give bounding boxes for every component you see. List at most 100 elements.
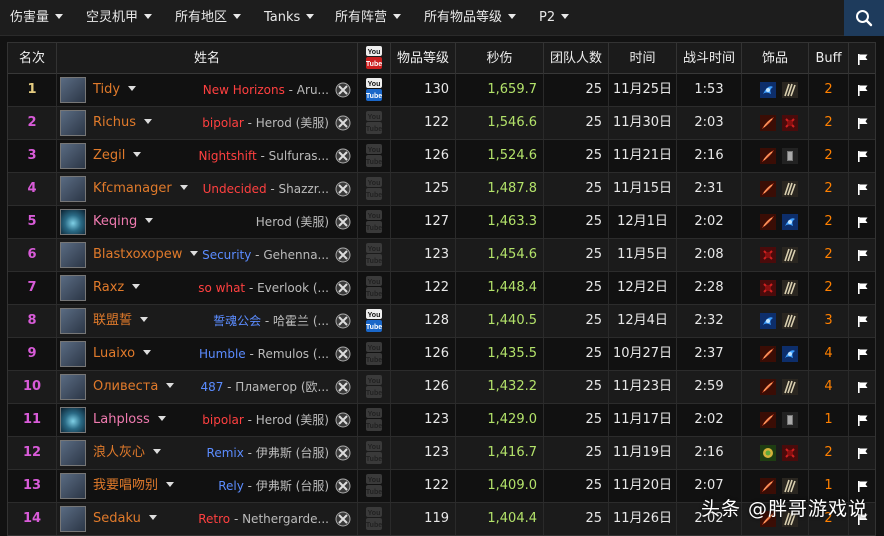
date-cell[interactable]: 11月26日 xyxy=(609,503,677,535)
fire-feather-icon[interactable] xyxy=(760,214,776,230)
red-rune-icon[interactable] xyxy=(782,115,798,131)
flag-icon[interactable] xyxy=(857,282,869,294)
guild-name[interactable]: Retro xyxy=(198,512,230,526)
guild-name[interactable]: Remix xyxy=(207,446,244,460)
fire-feather-icon[interactable] xyxy=(760,379,776,395)
date-cell[interactable]: 11月30日 xyxy=(609,107,677,139)
claw-icon[interactable] xyxy=(782,313,798,329)
chevron-down-icon[interactable] xyxy=(140,317,149,322)
table-row[interactable]: 4 Kfcmanager Undecided - Shazzr... You Tube 1… xyxy=(8,173,875,206)
chevron-down-icon[interactable] xyxy=(166,482,175,487)
date-cell[interactable]: 11月17日 xyxy=(609,404,677,436)
guild-server[interactable]: Nightshift - Sulfuras... xyxy=(199,140,329,172)
blue-swirl-icon[interactable] xyxy=(782,214,798,230)
flag-icon[interactable] xyxy=(857,216,869,228)
header-buff[interactable]: Buff xyxy=(809,43,849,74)
youtube-icon[interactable]: You Tube xyxy=(366,309,382,333)
header-dps[interactable]: 秒伤 xyxy=(456,43,544,74)
armory-icon[interactable] xyxy=(335,412,351,428)
fire-feather-icon[interactable] xyxy=(760,412,776,428)
date-cell[interactable]: 11月20日 xyxy=(609,470,677,502)
player-name-link[interactable]: Richus xyxy=(93,107,153,139)
chevron-down-icon[interactable] xyxy=(190,251,199,256)
header-date[interactable]: 时间 xyxy=(609,43,677,74)
claw-icon[interactable] xyxy=(782,280,798,296)
guild-name[interactable]: Undecided xyxy=(203,182,267,196)
player-name-link[interactable]: Tidy xyxy=(93,74,137,106)
date-cell[interactable]: 11月19日 xyxy=(609,437,677,469)
header-duration[interactable]: 战斗时间 xyxy=(677,43,742,74)
table-row[interactable]: 7 Raxz so what - Everlook (... You Tube 122 1,… xyxy=(8,272,875,305)
guild-server[interactable]: 誓魂公会 - 哈霍兰 (... xyxy=(213,305,329,337)
table-row[interactable]: 12 浪人灰心 Remix - 伊弗斯 (台服) You Tube 123 1,416.7 2… xyxy=(8,437,875,470)
chevron-down-icon[interactable] xyxy=(132,284,141,289)
flag-icon[interactable] xyxy=(857,117,869,129)
video-cell[interactable]: You Tube xyxy=(358,305,391,337)
armory-icon[interactable] xyxy=(335,82,351,98)
table-row[interactable]: 3 Zegil Nightshift - Sulfuras... You Tube 126… xyxy=(8,140,875,173)
date-cell[interactable]: 11月23日 xyxy=(609,371,677,403)
armory-icon[interactable] xyxy=(335,148,351,164)
chevron-down-icon[interactable] xyxy=(179,185,188,190)
armory-icon[interactable] xyxy=(335,181,351,197)
player-name-link[interactable]: Оливеста xyxy=(93,371,175,403)
guild-server[interactable]: Rely - 伊弗斯 (台服) xyxy=(218,470,329,502)
armory-icon[interactable] xyxy=(335,280,351,296)
report-cell[interactable] xyxy=(849,272,875,304)
guild-name[interactable]: 誓魂公会 xyxy=(213,314,261,328)
report-cell[interactable] xyxy=(849,437,875,469)
fire-feather-icon[interactable] xyxy=(760,115,776,131)
chevron-down-icon[interactable] xyxy=(145,218,154,223)
guild-server[interactable]: Remix - 伊弗斯 (台服) xyxy=(207,437,329,469)
armory-icon[interactable] xyxy=(335,511,351,527)
header-raid-size[interactable]: 团队人数 xyxy=(544,43,609,74)
red-rune-icon[interactable] xyxy=(760,247,776,263)
report-cell[interactable] xyxy=(849,371,875,403)
flag-icon[interactable] xyxy=(857,84,869,96)
guild-name[interactable]: Rely xyxy=(218,479,244,493)
armory-icon[interactable] xyxy=(335,379,351,395)
date-cell[interactable]: 11月21日 xyxy=(609,140,677,172)
report-cell[interactable] xyxy=(849,404,875,436)
player-name-link[interactable]: Kfcmanager xyxy=(93,173,188,205)
date-cell[interactable]: 11月25日 xyxy=(609,74,677,106)
armory-icon[interactable] xyxy=(335,247,351,263)
report-cell[interactable] xyxy=(849,140,875,172)
table-row[interactable]: 9 Luaixo Humble - Remulos (... You Tube 126 1,… xyxy=(8,338,875,371)
player-name-link[interactable]: Blastxoxopew xyxy=(93,239,199,271)
armory-icon[interactable] xyxy=(335,115,351,131)
claw-icon[interactable] xyxy=(782,478,798,494)
date-cell[interactable]: 11月5日 xyxy=(609,239,677,271)
report-cell[interactable] xyxy=(849,107,875,139)
flag-icon[interactable] xyxy=(857,348,869,360)
flag-icon[interactable] xyxy=(857,315,869,327)
header-rank[interactable]: 名次 xyxy=(8,43,57,74)
guild-name[interactable]: Nightshift xyxy=(199,149,257,163)
chevron-down-icon[interactable] xyxy=(157,416,166,421)
armory-icon[interactable] xyxy=(335,214,351,230)
fire-feather-icon[interactable] xyxy=(760,148,776,164)
player-name-link[interactable]: Sedaku xyxy=(93,503,157,535)
blue-swirl-icon[interactable] xyxy=(760,313,776,329)
search-button[interactable] xyxy=(844,0,884,36)
table-row[interactable]: 10 Оливеста 487 - Пламегор (欧... You Tube 126… xyxy=(8,371,875,404)
header-item-level[interactable]: 物品等级 xyxy=(391,43,456,74)
table-row[interactable]: 8 联盟誓 誓魂公会 - 哈霍兰 (... You Tube 128 1,440.5 25 12… xyxy=(8,305,875,338)
fire-feather-icon[interactable] xyxy=(760,478,776,494)
guild-server[interactable]: Undecided - Shazzr... xyxy=(203,173,329,205)
report-cell[interactable] xyxy=(849,305,875,337)
armory-icon[interactable] xyxy=(335,445,351,461)
video-cell[interactable]: You Tube xyxy=(358,74,391,106)
guild-name[interactable]: New Horizons xyxy=(203,83,285,97)
faction-filter-dropdown[interactable]: 所有阵营 xyxy=(335,0,402,36)
chevron-down-icon[interactable] xyxy=(148,515,157,520)
red-rune-icon[interactable] xyxy=(760,280,776,296)
player-name-link[interactable]: Zegil xyxy=(93,140,142,172)
report-cell[interactable] xyxy=(849,206,875,238)
dark-gauntlet-icon[interactable] xyxy=(782,148,798,164)
chevron-down-icon[interactable] xyxy=(153,449,162,454)
report-cell[interactable] xyxy=(849,173,875,205)
chevron-down-icon[interactable] xyxy=(143,350,152,355)
flag-icon[interactable] xyxy=(857,447,869,459)
date-cell[interactable]: 10月27日 xyxy=(609,338,677,370)
